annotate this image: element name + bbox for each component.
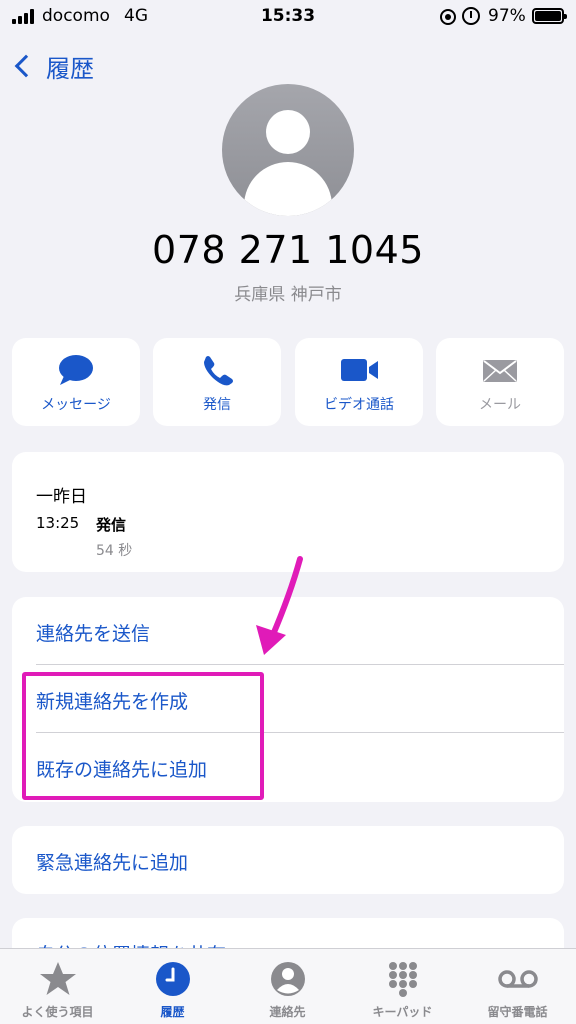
video-call-button[interactable]: ビデオ通話 — [295, 338, 423, 426]
call-button-label: 発信 — [203, 397, 231, 413]
history-duration: 54 秒 — [96, 543, 133, 559]
share-contact-label: 連絡先を送信 — [36, 623, 151, 645]
tab-voicemail-label: 留守番電話 — [487, 1005, 548, 1019]
star-icon — [40, 962, 76, 995]
envelope-icon — [483, 360, 517, 382]
add-emergency-contact-option[interactable]: 緊急連絡先に追加 — [36, 826, 564, 894]
history-call-type: 発信 — [96, 516, 127, 534]
phone-icon — [204, 356, 233, 386]
video-call-button-label: ビデオ通話 — [324, 397, 394, 413]
alarm-icon — [462, 7, 480, 25]
voicemail-icon — [498, 970, 538, 988]
tab-bar: よく使う項目 履歴 連絡先 キーパッド 留守番電話 — [0, 948, 576, 1024]
back-label: 履歴 — [46, 54, 94, 83]
annotation-arrow-icon — [256, 556, 303, 655]
annotation-highlight-box — [22, 672, 264, 800]
message-button[interactable]: メッセージ — [12, 338, 140, 426]
mail-button[interactable]: メール — [436, 338, 564, 426]
tab-recents-label: 履歴 — [160, 1005, 185, 1019]
tab-recents[interactable]: 履歴 — [115, 949, 230, 1024]
battery-percentage: 97% — [488, 6, 526, 26]
phone-number: 078 271 1045 — [152, 228, 424, 272]
tab-keypad-label: キーパッド — [372, 1005, 433, 1019]
battery-icon — [532, 8, 567, 24]
keypad-icon — [389, 962, 417, 997]
call-button[interactable]: 発信 — [153, 338, 281, 426]
status-bar: docomo 4G 15:33 97% — [0, 0, 576, 34]
back-button[interactable]: 履歴 — [12, 48, 94, 84]
history-date: 一昨日 — [36, 487, 87, 507]
contact-avatar — [222, 84, 354, 216]
emergency-contact-card: 緊急連絡先に追加 — [12, 826, 564, 894]
chevron-left-icon — [14, 54, 38, 78]
person-circle-icon — [271, 962, 305, 996]
tab-keypad[interactable]: キーパッド — [345, 949, 460, 1024]
history-time: 13:25 — [36, 514, 80, 532]
message-bubble-icon — [59, 355, 93, 385]
tab-favorites-label: よく使う項目 — [21, 1005, 94, 1019]
video-camera-icon — [341, 359, 378, 381]
tab-contacts-label: 連絡先 — [269, 1005, 306, 1019]
tab-favorites[interactable]: よく使う項目 — [0, 949, 115, 1024]
rotation-lock-icon — [440, 9, 456, 25]
add-emergency-contact-label: 緊急連絡先に追加 — [36, 852, 189, 874]
call-history-card: 一昨日 13:25 発信 54 秒 — [12, 452, 564, 572]
tab-voicemail[interactable]: 留守番電話 — [460, 949, 575, 1024]
clock-icon — [156, 962, 190, 996]
message-button-label: メッセージ — [41, 397, 111, 413]
tab-contacts[interactable]: 連絡先 — [230, 949, 345, 1024]
mail-button-label: メール — [479, 397, 521, 413]
caller-location: 兵庫県 神戸市 — [234, 285, 342, 305]
